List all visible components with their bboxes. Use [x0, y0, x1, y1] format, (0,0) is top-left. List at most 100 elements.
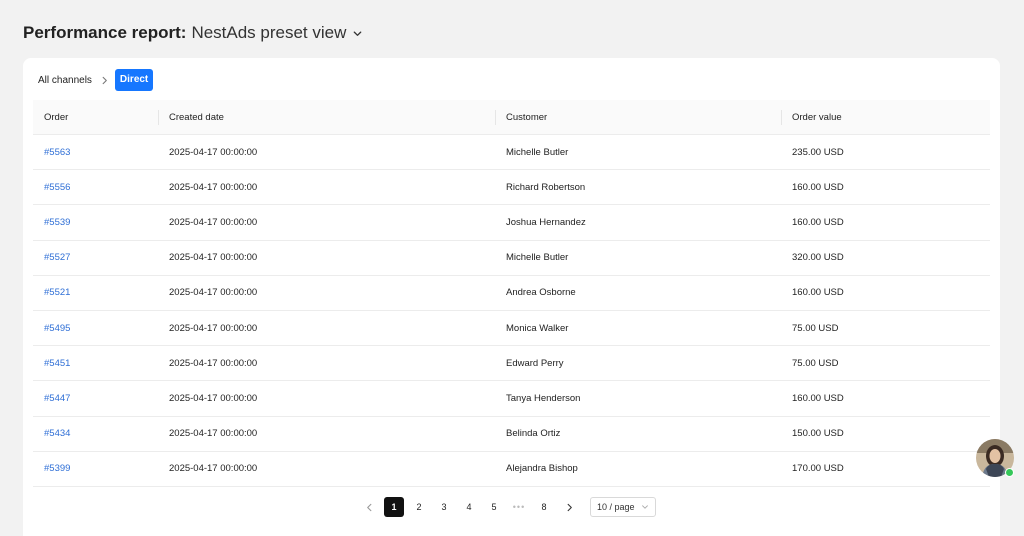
prev-page-button[interactable] — [359, 497, 379, 517]
page-8-button[interactable]: 8 — [534, 497, 554, 517]
order-link-cell: #5563 — [33, 147, 158, 158]
order-link-cell: #5556 — [33, 182, 158, 193]
order-value-cell: 160.00 USD — [781, 182, 990, 193]
table-row: #5563 2025-04-17 00:00:00 Michelle Butler 2… — [33, 135, 990, 171]
table-row: #5434 2025-04-17 00:00:00 Belinda Ortiz 150… — [33, 417, 990, 452]
order-value-cell: 170.00 USD — [781, 463, 990, 474]
order-link[interactable]: #5521 — [44, 287, 70, 298]
customer-cell: Andrea Osborne — [495, 287, 781, 298]
customer-cell: Monica Walker — [495, 323, 781, 334]
order-link[interactable]: #5399 — [44, 463, 70, 474]
created-date-text: 2025-04-17 00:00:00 — [169, 428, 258, 440]
customer-text: Belinda Ortiz — [506, 428, 561, 440]
chevron-down-icon — [352, 28, 363, 39]
order-value-text: 320.00 USD — [792, 252, 844, 264]
table-row: #5399 2025-04-17 00:00:00 Alejandra Bishop… — [33, 452, 990, 487]
page-size-select[interactable]: 10 / page — [590, 497, 656, 517]
created-date-cell: 2025-04-17 00:00:00 — [158, 358, 495, 369]
order-link-cell: #5521 — [33, 287, 158, 298]
page-2-button[interactable]: 2 — [409, 497, 429, 517]
created-date-cell: 2025-04-17 00:00:00 — [158, 287, 495, 298]
created-date-cell: 2025-04-17 00:00:00 — [158, 217, 495, 228]
page-4-button[interactable]: 4 — [459, 497, 479, 517]
order-link[interactable]: #5539 — [44, 217, 70, 228]
breadcrumb-all-channels[interactable]: All channels — [38, 75, 92, 86]
customer-text: Andrea Osborne — [506, 287, 576, 299]
customer-cell: Belinda Ortiz — [495, 428, 781, 439]
chevron-left-icon — [366, 503, 371, 511]
order-link[interactable]: #5495 — [44, 323, 70, 334]
created-date-text: 2025-04-17 00:00:00 — [169, 181, 258, 193]
created-date-text: 2025-04-17 00:00:00 — [169, 322, 258, 334]
table-body: #5563 2025-04-17 00:00:00 Michelle Butler 2… — [33, 135, 990, 487]
column-header-order-value[interactable]: Order value — [781, 100, 990, 134]
order-link-cell: #5399 — [33, 463, 158, 474]
page-3-button[interactable]: 3 — [434, 497, 454, 517]
order-link[interactable]: #5563 — [44, 147, 70, 158]
order-link[interactable]: #5447 — [44, 393, 70, 404]
created-date-cell: 2025-04-17 00:00:00 — [158, 393, 495, 404]
order-value-text: 150.00 USD — [792, 428, 844, 440]
column-header-order[interactable]: Order — [33, 100, 158, 134]
created-date-cell: 2025-04-17 00:00:00 — [158, 252, 495, 263]
order-value-cell: 75.00 USD — [781, 323, 990, 334]
order-link-cell: #5451 — [33, 358, 158, 369]
order-value-cell: 150.00 USD — [781, 428, 990, 439]
order-link-cell: #5539 — [33, 217, 158, 228]
order-link-cell: #5527 — [33, 252, 158, 263]
order-value-cell: 160.00 USD — [781, 393, 990, 404]
created-date-text: 2025-04-17 00:00:00 — [169, 392, 258, 404]
table-row: #5451 2025-04-17 00:00:00 Edward Perry 75.0… — [33, 346, 990, 382]
chevron-right-icon — [567, 503, 572, 511]
order-value-text: 160.00 USD — [792, 216, 844, 228]
created-date-cell: 2025-04-17 00:00:00 — [158, 323, 495, 334]
order-value-cell: 235.00 USD — [781, 147, 990, 158]
page-list: 1 2 3 4 5 ••• 8 — [384, 497, 559, 517]
created-date-cell: 2025-04-17 00:00:00 — [158, 463, 495, 474]
order-value-text: 170.00 USD — [792, 463, 844, 475]
customer-text: Michelle Butler — [506, 146, 569, 158]
order-value-cell: 320.00 USD — [781, 252, 990, 263]
table-row: #5521 2025-04-17 00:00:00 Andrea Osborne 16… — [33, 276, 990, 311]
page-header: Performance report: NestAds preset view — [23, 22, 363, 44]
customer-text: Richard Robertson — [506, 181, 586, 193]
customer-cell: Edward Perry — [495, 358, 781, 369]
order-link[interactable]: #5434 — [44, 428, 70, 439]
order-link[interactable]: #5527 — [44, 252, 70, 263]
table-row: #5495 2025-04-17 00:00:00 Monica Walker 75.… — [33, 311, 990, 347]
order-link[interactable]: #5556 — [44, 182, 70, 193]
page-title: Performance report: — [23, 23, 187, 42]
customer-cell: Michelle Butler — [495, 147, 781, 158]
page-1-button[interactable]: 1 — [384, 497, 404, 517]
created-date-cell: 2025-04-17 00:00:00 — [158, 428, 495, 439]
column-header-created-date[interactable]: Created date — [158, 100, 495, 134]
column-header-customer[interactable]: Customer — [495, 100, 781, 134]
breadcrumb-direct[interactable]: Direct — [114, 69, 154, 91]
customer-text: Alejandra Bishop — [506, 463, 578, 475]
order-link[interactable]: #5451 — [44, 358, 70, 369]
order-link-cell: #5495 — [33, 323, 158, 334]
table-header: Order Created date Customer Order value — [33, 100, 990, 135]
next-page-button[interactable] — [559, 497, 579, 517]
table-row: #5556 2025-04-17 00:00:00 Richard Robertso… — [33, 170, 990, 206]
customer-text: Edward Perry — [506, 357, 564, 369]
page-5-button[interactable]: 5 — [484, 497, 504, 517]
created-date-cell: 2025-04-17 00:00:00 — [158, 147, 495, 158]
page-size-value: 10 / page — [597, 502, 635, 512]
table-row: #5527 2025-04-17 00:00:00 Michelle Butler 3… — [33, 241, 990, 276]
page-ellipsis[interactable]: ••• — [509, 497, 529, 517]
preset-view-dropdown[interactable]: NestAds preset view — [191, 23, 363, 43]
order-link-cell: #5434 — [33, 428, 158, 439]
order-value-text: 160.00 USD — [792, 287, 844, 299]
created-date-text: 2025-04-17 00:00:00 — [169, 357, 258, 369]
created-date-text: 2025-04-17 00:00:00 — [169, 287, 258, 299]
customer-text: Tanya Henderson — [506, 392, 581, 404]
table-row: #5539 2025-04-17 00:00:00 Joshua Hernandez… — [33, 205, 990, 241]
chevron-down-icon — [641, 503, 649, 511]
report-card: All channels Direct Order Created date C… — [23, 58, 1000, 536]
created-date-text: 2025-04-17 00:00:00 — [169, 146, 258, 158]
customer-text: Monica Walker — [506, 322, 569, 334]
order-value-cell: 160.00 USD — [781, 217, 990, 228]
user-avatar[interactable] — [976, 439, 1014, 477]
created-date-text: 2025-04-17 00:00:00 — [169, 252, 258, 264]
